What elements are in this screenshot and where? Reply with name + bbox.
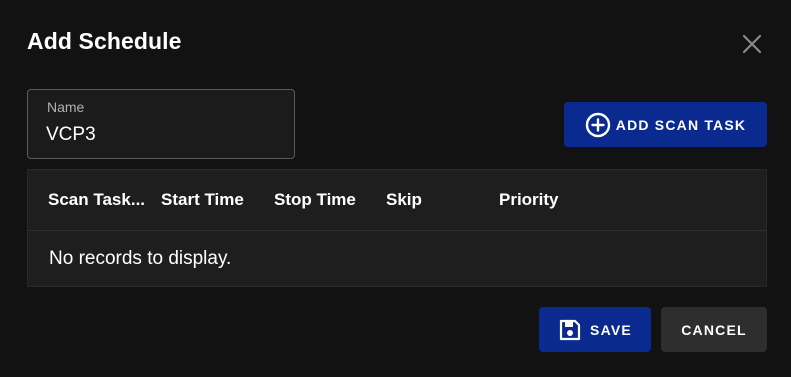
name-input[interactable] [46,122,276,148]
column-header-start-time[interactable]: Start Time [161,190,244,210]
table-header: Scan Task... Start Time Stop Time Skip P… [28,170,766,231]
save-icon [558,318,582,342]
add-schedule-dialog: Add Schedule Name ADD SCAN TASK Scan Tas… [0,0,791,377]
cancel-label: CANCEL [681,321,747,338]
save-label: SAVE [590,321,632,338]
add-circle-icon [585,112,611,138]
column-header-stop-time[interactable]: Stop Time [274,190,356,210]
add-scan-task-label: ADD SCAN TASK [615,116,747,133]
name-field-label: Name [47,99,85,115]
column-header-priority[interactable]: Priority [499,190,559,210]
empty-table-message: No records to display. [49,248,232,269]
column-header-scan-task[interactable]: Scan Task... [48,190,148,210]
dialog-title: Add Schedule [27,28,182,54]
scan-task-table: Scan Task... Start Time Stop Time Skip P… [27,169,767,287]
name-field[interactable]: Name [27,89,295,159]
column-header-skip[interactable]: Skip [386,190,422,210]
close-icon[interactable] [740,32,764,56]
add-scan-task-button[interactable]: ADD SCAN TASK [564,102,767,147]
save-button[interactable]: SAVE [539,307,651,352]
cancel-button[interactable]: CANCEL [661,307,767,352]
